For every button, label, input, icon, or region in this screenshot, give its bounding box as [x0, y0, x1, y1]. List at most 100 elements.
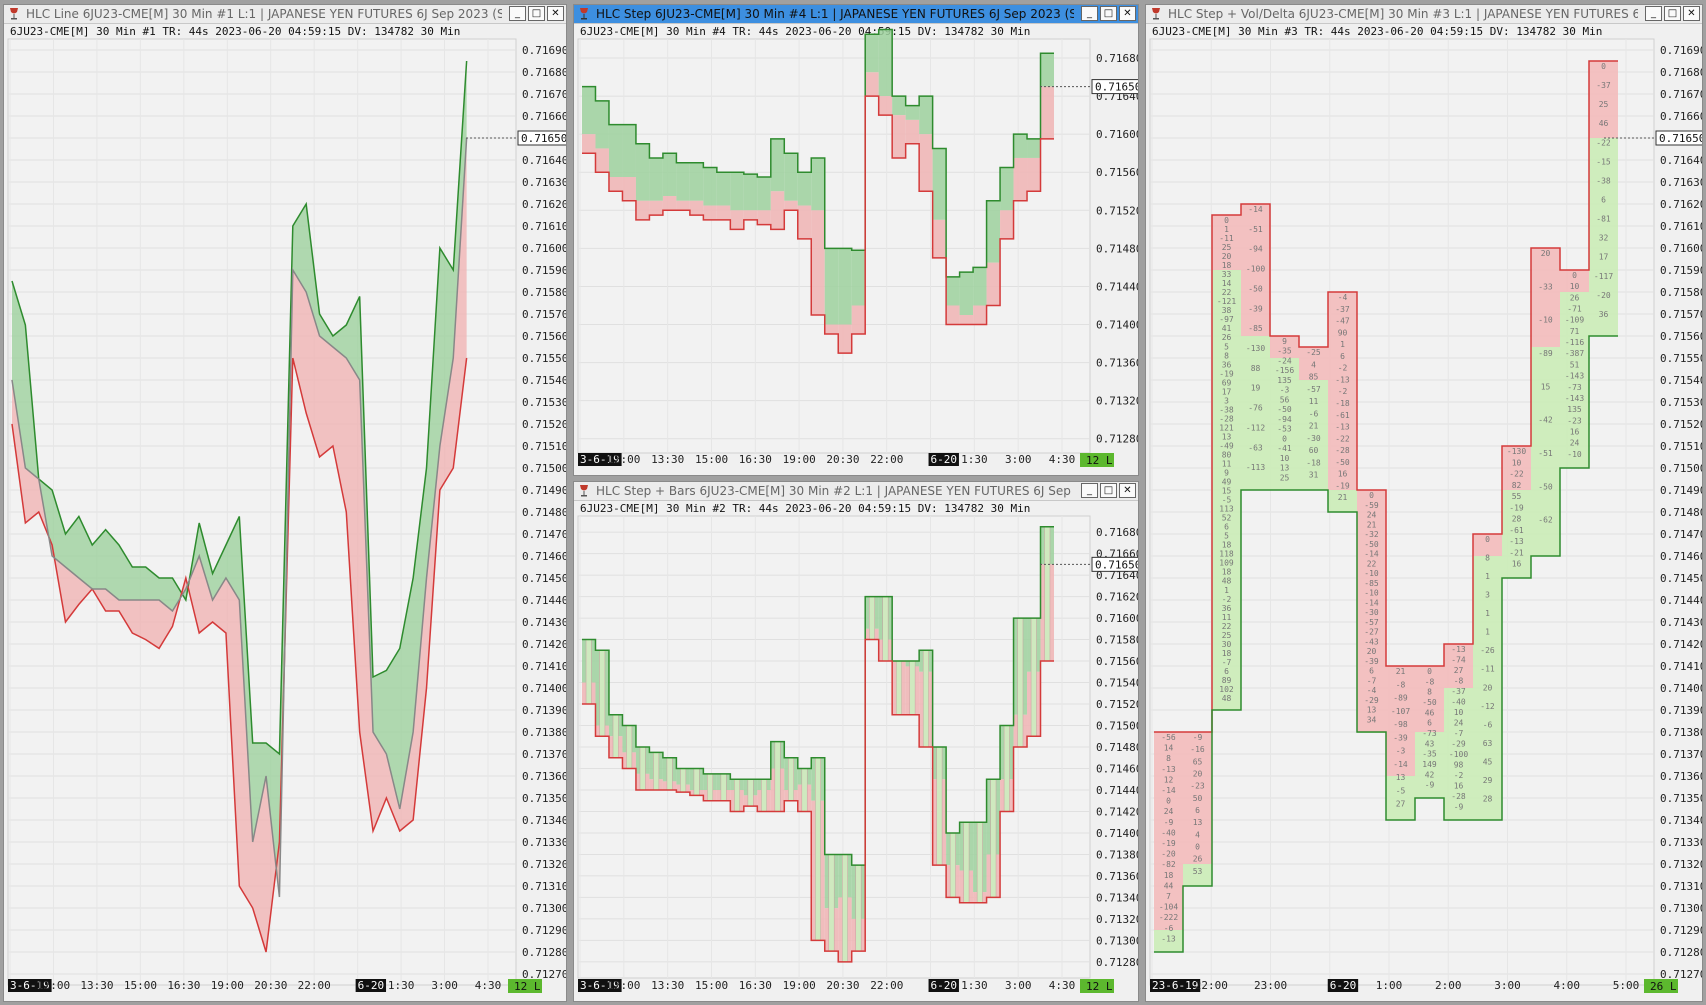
delta-value: -56 — [1161, 733, 1176, 742]
y-tick-label: 0.71440 — [1096, 784, 1139, 797]
x-tick-label: 19:00 — [783, 979, 816, 992]
delta-value: -112 — [1246, 423, 1265, 432]
high-close-band — [757, 177, 771, 211]
delta-value: -61 — [1509, 526, 1524, 535]
x-tick-label: 23:00 — [1254, 979, 1287, 992]
high-close-band — [743, 174, 758, 211]
y-tick-label: 0.71470 — [1660, 528, 1703, 541]
ohlc-bar — [707, 773, 714, 801]
delta-value: 6 — [1224, 523, 1229, 532]
delta-value: -50 — [1422, 698, 1437, 707]
ohlc-bar — [922, 650, 929, 748]
delta-value: -4 — [1338, 293, 1348, 302]
x-tick-label: 1:00 — [1376, 979, 1403, 992]
hlc-step-chart[interactable]: 0.716800.716400.716000.715600.715200.714… — [574, 5, 1139, 476]
delta-value: -81 — [1596, 215, 1611, 224]
delta-value: 28 — [1483, 794, 1493, 803]
delta-value: -38 — [1219, 405, 1234, 414]
delta-value: -43 — [1364, 637, 1379, 646]
y-tick-label: 0.71460 — [1660, 550, 1703, 563]
high-close-band — [676, 162, 690, 201]
y-tick-label: 0.71660 — [1660, 110, 1703, 123]
high-close-band — [662, 153, 677, 197]
hlc-step-vol-delta-chart[interactable]: 0.71690 0.71680 0.71670 0.71660 0.71650 0.716… — [1146, 5, 1703, 1002]
high-close-band — [973, 267, 987, 306]
delta-value: 8 — [1224, 351, 1229, 360]
x-tick-label: 19:00 — [211, 979, 244, 992]
delta-value: 16 — [1338, 470, 1348, 479]
close-low-band — [649, 200, 663, 216]
y-tick-label: 0.71360 — [522, 770, 567, 783]
delta-value: -7 — [1222, 658, 1232, 667]
delta-value: -62 — [1538, 516, 1553, 525]
delta-value: -143 — [1565, 372, 1584, 381]
y-tick-label: 0.71380 — [1660, 726, 1703, 739]
delta-value: 56 — [1280, 395, 1290, 404]
delta-value: 0 — [1427, 667, 1432, 676]
delta-value: 24 — [1454, 719, 1464, 728]
y-tick-label: 0.71340 — [1660, 814, 1703, 827]
delta-value: -130 — [1246, 344, 1265, 353]
y-tick-label: 0.71490 — [1660, 484, 1703, 497]
delta-value: -23 — [1567, 416, 1582, 425]
y-tick-label: 0.71300 — [522, 902, 567, 915]
delta-value: 17 — [1599, 253, 1609, 262]
delta-value: 1 — [1340, 340, 1345, 349]
hlc-step-bars-chart[interactable]: 0.716800.716600.716400.716200.716000.715… — [574, 482, 1139, 1002]
close-low-band — [905, 119, 920, 144]
x-tick-label: 4:30 — [1049, 453, 1076, 466]
delta-value: 9 — [1224, 469, 1229, 478]
hlc-line-chart[interactable]: 0.71690 0.71680 0.71670 0.71660 0.71650 0.716… — [4, 5, 567, 1002]
chart-window-hlc-step-bars[interactable]: HLC Step + Bars 6JU23-CME[M] 30 Min #2 L… — [573, 481, 1139, 1002]
chart-window-hlc-step-vol-delta[interactable]: HLC Step + Vol/Delta 6JU23-CME[M] 30 Min… — [1145, 4, 1703, 1002]
delta-value: -73 — [1567, 383, 1582, 392]
delta-value: -50 — [1538, 482, 1553, 491]
delta-value: 21 — [1367, 520, 1377, 529]
y-tick-label: 0.71600 — [1096, 612, 1139, 625]
x-tick-label: 20:30 — [826, 453, 859, 466]
delta-value: 26 — [1570, 293, 1580, 302]
delta-value: 20 — [1483, 683, 1493, 692]
high-close-band — [986, 200, 1001, 263]
delta-value: -7 — [1454, 729, 1464, 738]
delta-value: -37 — [1451, 687, 1466, 696]
delta-value: -18 — [1306, 458, 1321, 467]
chart-window-hlc-step[interactable]: HLC Step 6JU23-CME[M] 30 Min #4 L:1 | JA… — [573, 4, 1139, 476]
delta-value: -29 — [1451, 740, 1466, 749]
x-tick-label: 12:00 — [607, 453, 640, 466]
delta-value: -117 — [1594, 272, 1613, 281]
y-tick-label: 0.71600 — [522, 242, 567, 255]
x-tick-label: 15:00 — [695, 453, 728, 466]
y-tick-label: 0.71560 — [1096, 166, 1139, 179]
y-tick-label: 0.71530 — [1660, 396, 1703, 409]
y-tick-label: 0.71680 — [1660, 66, 1703, 79]
delta-value: 88 — [1251, 364, 1261, 373]
delta-value: 135 — [1567, 405, 1582, 414]
chart-window-hlc-line[interactable]: HLC Line 6JU23-CME[M] 30 Min #1 L:1 | JA… — [3, 4, 567, 1002]
delta-value: 34 — [1367, 715, 1377, 724]
y-tick-label: 0.71370 — [522, 748, 567, 761]
y-tick-label: 0.71450 — [1660, 572, 1703, 585]
y-tick-label: 0.71550 — [1660, 352, 1703, 365]
y-tick-label: 0.71510 — [522, 440, 567, 453]
delta-value: 20 — [1222, 252, 1232, 261]
delta-value: -94 — [1248, 245, 1263, 254]
delta-value: 4 — [1195, 830, 1200, 839]
ohlc-bar — [666, 757, 673, 791]
x-tick-label: 4:30 — [475, 979, 502, 992]
high-close-band — [730, 172, 744, 211]
y-tick-label: 0.71430 — [522, 616, 567, 629]
y-tick-label: 0.71540 — [1096, 677, 1139, 690]
y-tick-label: 0.71410 — [522, 660, 567, 673]
delta-value: 63 — [1483, 739, 1493, 748]
ohlc-bar — [653, 752, 660, 791]
delta-value: -109 — [1565, 316, 1584, 325]
delta-value: -9 — [1425, 781, 1435, 790]
y-tick-label: 0.71600 — [1660, 242, 1703, 255]
delta-value: 118 — [1219, 550, 1234, 559]
delta-value: 10 — [1454, 708, 1464, 717]
ohlc-bar — [639, 746, 646, 791]
delta-value: 60 — [1309, 446, 1319, 455]
x-tick-label: 6-20 — [1330, 979, 1357, 992]
y-tick-label: 0.71550 — [522, 352, 567, 365]
